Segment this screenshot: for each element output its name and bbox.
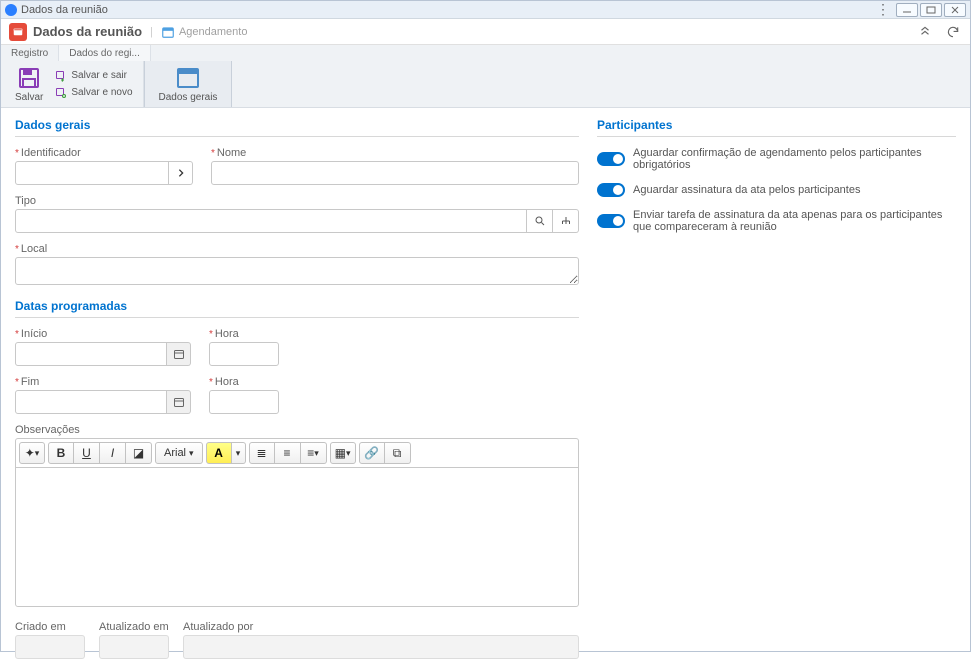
form-icon	[176, 66, 200, 90]
toggle-send-task-attendees[interactable]	[597, 214, 625, 228]
rte-table-button[interactable]: ▦▾	[330, 442, 356, 464]
criado-em-input	[15, 635, 85, 659]
toggle-confirm-schedule[interactable]	[597, 152, 625, 166]
label-criado-em: Criado em	[15, 621, 85, 633]
rte-italic-button[interactable]: I	[100, 442, 126, 464]
rte-font-selector[interactable]: Arial▾	[155, 442, 203, 464]
chevron-right-icon	[176, 168, 186, 178]
identificador-expand-button[interactable]	[169, 161, 193, 185]
toggle-confirm-schedule-label: Aguardar confirmação de agendamento pelo…	[633, 147, 956, 171]
label-fim: *Fim	[15, 376, 191, 388]
link-icon: 🔗	[364, 446, 379, 460]
dados-gerais-button[interactable]: Dados gerais	[153, 66, 224, 103]
tab-dados-registro[interactable]: Dados do regi...	[59, 45, 151, 61]
tipo-search-button[interactable]	[527, 209, 553, 233]
rte-eraser-button[interactable]: ◪	[126, 442, 152, 464]
eraser-icon: ◪	[133, 446, 144, 460]
fim-date-input[interactable]	[15, 390, 167, 414]
label-nome: *Nome	[211, 147, 579, 159]
label-inicio: *Início	[15, 328, 191, 340]
tab-registro[interactable]: Registro	[1, 45, 59, 61]
rte-link-button[interactable]: 🔗	[359, 442, 385, 464]
separator: |	[150, 26, 153, 38]
collapse-button[interactable]	[916, 23, 934, 41]
section-datas: Datas programadas	[15, 299, 579, 318]
rte-magic-button[interactable]: ✦▾	[19, 442, 45, 464]
save-new-button[interactable]: Salvar e novo	[53, 86, 134, 100]
label-observacoes: Observações	[15, 424, 579, 436]
calendar-icon	[173, 348, 185, 360]
label-atualizado-por: Atualizado por	[183, 621, 579, 633]
toggle-send-task-attendees-label: Enviar tarefa de assinatura da ata apena…	[633, 209, 956, 233]
table-icon: ▦	[335, 446, 346, 460]
rte-content-area[interactable]	[16, 468, 578, 606]
rte-align-button[interactable]: ≡▾	[301, 442, 327, 464]
minimize-button[interactable]	[896, 3, 918, 17]
page-title: Dados da reunião	[33, 24, 142, 39]
list-ul-icon: ≣	[257, 446, 267, 460]
kebab-menu-icon[interactable]: ⋮	[874, 3, 892, 17]
tipo-input[interactable]	[15, 209, 527, 233]
section-dados-gerais: Dados gerais	[15, 118, 579, 137]
rte-image-button[interactable]: ⧉	[385, 442, 411, 464]
rte-color-button[interactable]: A	[206, 442, 232, 464]
refresh-button[interactable]	[944, 23, 962, 41]
schedule-link[interactable]: Agendamento	[161, 25, 248, 39]
rte-bold-button[interactable]: B	[48, 442, 74, 464]
rich-text-editor: ✦▾ B U I ◪ Arial▾ A ▾	[15, 438, 579, 607]
save-icon	[17, 66, 41, 90]
label-fim-hora: *Hora	[209, 376, 279, 388]
atualizado-por-input	[183, 635, 579, 659]
rte-underline-button[interactable]: U	[74, 442, 100, 464]
calendar-icon	[161, 25, 175, 39]
local-input[interactable]	[15, 257, 579, 285]
section-participantes: Participantes	[597, 118, 956, 137]
label-local: *Local	[15, 243, 579, 255]
list-ol-icon: ≡	[284, 446, 291, 460]
toggle-await-signature-label: Aguardar assinatura da ata pelos partici…	[633, 184, 860, 196]
label-tipo: Tipo	[15, 195, 579, 207]
tipo-clear-button[interactable]	[553, 209, 579, 233]
label-inicio-hora: *Hora	[209, 328, 279, 340]
atualizado-em-input	[99, 635, 169, 659]
label-identificador: *Identificador	[15, 147, 193, 159]
maximize-button[interactable]	[920, 3, 942, 17]
inicio-date-picker-button[interactable]	[167, 342, 191, 366]
inicio-date-input[interactable]	[15, 342, 167, 366]
save-exit-icon	[55, 70, 67, 82]
wand-icon: ✦	[25, 446, 35, 460]
nome-input[interactable]	[211, 161, 579, 185]
app-icon	[5, 4, 17, 16]
calendar-icon	[173, 396, 185, 408]
rte-color-caret[interactable]: ▾	[232, 442, 246, 464]
rte-ol-button[interactable]: ≡	[275, 442, 301, 464]
fim-hora-input[interactable]	[209, 390, 279, 414]
save-new-icon	[55, 87, 67, 99]
search-icon	[534, 215, 546, 227]
image-icon: ⧉	[393, 446, 402, 461]
identificador-input[interactable]	[15, 161, 169, 185]
toggle-await-signature[interactable]	[597, 183, 625, 197]
module-icon	[9, 23, 27, 41]
rte-ul-button[interactable]: ≣	[249, 442, 275, 464]
save-button[interactable]: Salvar	[9, 66, 49, 103]
window-title: Dados da reunião	[21, 4, 874, 16]
close-button[interactable]	[944, 3, 966, 17]
label-atualizado-em: Atualizado em	[99, 621, 169, 633]
save-exit-button[interactable]: Salvar e sair	[53, 69, 134, 83]
align-icon: ≡	[307, 446, 314, 460]
fim-date-picker-button[interactable]	[167, 390, 191, 414]
tree-icon	[560, 215, 572, 227]
inicio-hora-input[interactable]	[209, 342, 279, 366]
